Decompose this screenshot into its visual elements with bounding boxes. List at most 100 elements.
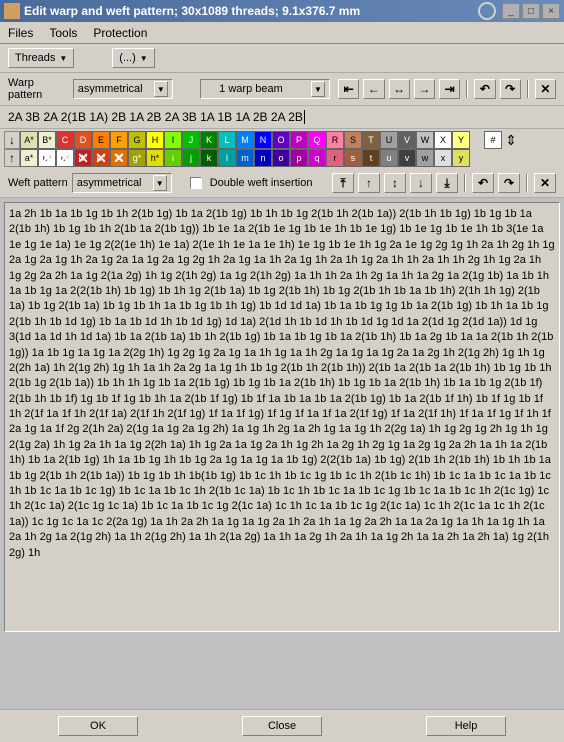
- color-cell-upper[interactable]: J: [182, 131, 200, 149]
- dropdown-arrow-icon: ▼: [59, 54, 67, 63]
- color-cell-upper[interactable]: P: [290, 131, 308, 149]
- bottom-bar: OK Close Help: [0, 709, 564, 742]
- vstretch-icon[interactable]: ↕: [384, 173, 406, 193]
- color-cell-lower[interactable]: q: [308, 149, 326, 167]
- menu-tools[interactable]: Tools: [49, 26, 77, 40]
- last-icon[interactable]: ⇥: [439, 79, 460, 99]
- color-cell-upper[interactable]: R: [326, 131, 344, 149]
- color-cell-upper[interactable]: B*: [38, 131, 56, 149]
- bottom-icon[interactable]: ⤓: [436, 173, 458, 193]
- threads-button[interactable]: Threads ▼: [8, 48, 74, 68]
- color-cell-lower[interactable]: v: [398, 149, 416, 167]
- color-cell-upper[interactable]: L: [218, 131, 236, 149]
- redo-icon[interactable]: ↷: [500, 79, 521, 99]
- x-mark-icon: ✕: [113, 150, 125, 167]
- color-cell-lower[interactable]: m: [236, 149, 254, 167]
- color-cell-upper[interactable]: Q: [308, 131, 326, 149]
- delete-weft-icon[interactable]: ✕: [534, 173, 556, 193]
- undo-icon[interactable]: ↶: [474, 79, 495, 99]
- dropdown-arrow-icon: ▼: [153, 175, 167, 191]
- color-cell-upper[interactable]: C: [56, 131, 74, 149]
- ok-button[interactable]: OK: [58, 716, 138, 736]
- down-arrow-icon[interactable]: ↓: [4, 131, 20, 149]
- color-cell-lower[interactable]: g*: [128, 149, 146, 167]
- color-cell-upper[interactable]: U: [380, 131, 398, 149]
- color-cell-lower[interactable]: d*✕: [74, 149, 92, 167]
- color-cell-lower[interactable]: h*: [146, 149, 164, 167]
- color-cell-lower[interactable]: n: [254, 149, 272, 167]
- color-cell-lower[interactable]: x: [434, 149, 452, 167]
- color-cell-upper[interactable]: I: [164, 131, 182, 149]
- toolbar-top: Threads ▼ (...) ▼: [0, 44, 564, 73]
- color-cell-upper[interactable]: G: [128, 131, 146, 149]
- suse-logo-icon: [478, 2, 496, 20]
- color-cell-upper[interactable]: A*: [20, 131, 38, 149]
- color-cell-lower[interactable]: a*: [20, 149, 38, 167]
- up-arrow-icon[interactable]: ↑: [4, 149, 20, 167]
- x-mark-icon: ✕: [59, 150, 71, 167]
- vstretch-end-icon[interactable]: ⇕: [502, 132, 520, 149]
- color-cell-lower[interactable]: r: [326, 149, 344, 167]
- color-cell-lower[interactable]: c*✕: [56, 149, 74, 167]
- color-cell-lower[interactable]: u: [380, 149, 398, 167]
- color-cell-lower[interactable]: o: [272, 149, 290, 167]
- color-cell-upper[interactable]: S: [344, 131, 362, 149]
- color-cell-upper[interactable]: K: [200, 131, 218, 149]
- redo-weft-icon[interactable]: ↷: [498, 173, 520, 193]
- color-cell-upper[interactable]: E: [92, 131, 110, 149]
- color-cell-lower[interactable]: s: [344, 149, 362, 167]
- color-cell-upper[interactable]: T: [362, 131, 380, 149]
- weft-pattern-editor[interactable]: 1a 2h 1b 1a 1b 1g 1b 1h 2(1b 1g) 1b 1a 2…: [4, 202, 560, 632]
- warp-pattern-label: Warp pattern: [8, 77, 69, 101]
- double-weft-checkbox[interactable]: [190, 177, 202, 189]
- color-cell-upper[interactable]: V: [398, 131, 416, 149]
- weft-toolbar: Weft pattern asymmetrical ▼ Double weft …: [0, 169, 564, 198]
- color-cell-upper[interactable]: H: [146, 131, 164, 149]
- menu-protection[interactable]: Protection: [93, 26, 147, 40]
- warp-mode-dropdown[interactable]: asymmetrical ▼: [73, 79, 173, 99]
- color-cell-lower[interactable]: t: [362, 149, 380, 167]
- up-icon[interactable]: ↑: [358, 173, 380, 193]
- color-cell-lower[interactable]: k: [200, 149, 218, 167]
- color-cell-upper[interactable]: M: [236, 131, 254, 149]
- menu-files[interactable]: Files: [8, 26, 33, 40]
- help-button[interactable]: Help: [426, 716, 506, 736]
- color-cell-lower[interactable]: i: [164, 149, 182, 167]
- color-cell-lower[interactable]: j: [182, 149, 200, 167]
- warp-beam-dropdown[interactable]: 1 warp beam ▼: [200, 79, 330, 99]
- x-mark-icon: ✕: [41, 150, 53, 167]
- color-cell-upper[interactable]: X: [434, 131, 452, 149]
- hstretch-icon[interactable]: ↔: [389, 79, 410, 99]
- left-icon[interactable]: ←: [363, 79, 384, 99]
- weft-mode-dropdown[interactable]: asymmetrical ▼: [72, 173, 172, 193]
- color-cell-upper[interactable]: O: [272, 131, 290, 149]
- color-palette: ↓ A*B*CDEFGHIJKLMNOPQRSTUVWXY #⇕ ↑ a*b*✕…: [0, 129, 564, 169]
- weft-pattern-label: Weft pattern: [8, 177, 68, 189]
- color-cell-lower[interactable]: w: [416, 149, 434, 167]
- color-cell-lower[interactable]: p: [290, 149, 308, 167]
- delete-icon[interactable]: ✕: [535, 79, 556, 99]
- extra-button[interactable]: (...) ▼: [112, 48, 154, 68]
- color-cell-lower[interactable]: l: [218, 149, 236, 167]
- hash-cell[interactable]: #: [484, 131, 502, 149]
- first-icon[interactable]: ⇤: [338, 79, 359, 99]
- color-cell-upper[interactable]: Y: [452, 131, 470, 149]
- color-cell-lower[interactable]: f*✕: [110, 149, 128, 167]
- top-icon[interactable]: ⤒: [332, 173, 354, 193]
- color-cell-lower[interactable]: e*✕: [92, 149, 110, 167]
- close-window-button[interactable]: ×: [542, 3, 560, 19]
- color-cell-upper[interactable]: N: [254, 131, 272, 149]
- color-cell-upper[interactable]: W: [416, 131, 434, 149]
- window-title: Edit warp and weft pattern; 30x1089 thre…: [24, 4, 478, 18]
- maximize-button[interactable]: □: [522, 3, 540, 19]
- x-mark-icon: ✕: [77, 150, 89, 167]
- undo-weft-icon[interactable]: ↶: [472, 173, 494, 193]
- color-cell-lower[interactable]: b*✕: [38, 149, 56, 167]
- color-cell-lower[interactable]: y: [452, 149, 470, 167]
- minimize-button[interactable]: _: [502, 3, 520, 19]
- color-cell-upper[interactable]: F: [110, 131, 128, 149]
- close-button[interactable]: Close: [242, 716, 322, 736]
- right-icon[interactable]: →: [414, 79, 435, 99]
- color-cell-upper[interactable]: D: [74, 131, 92, 149]
- down-icon[interactable]: ↓: [410, 173, 432, 193]
